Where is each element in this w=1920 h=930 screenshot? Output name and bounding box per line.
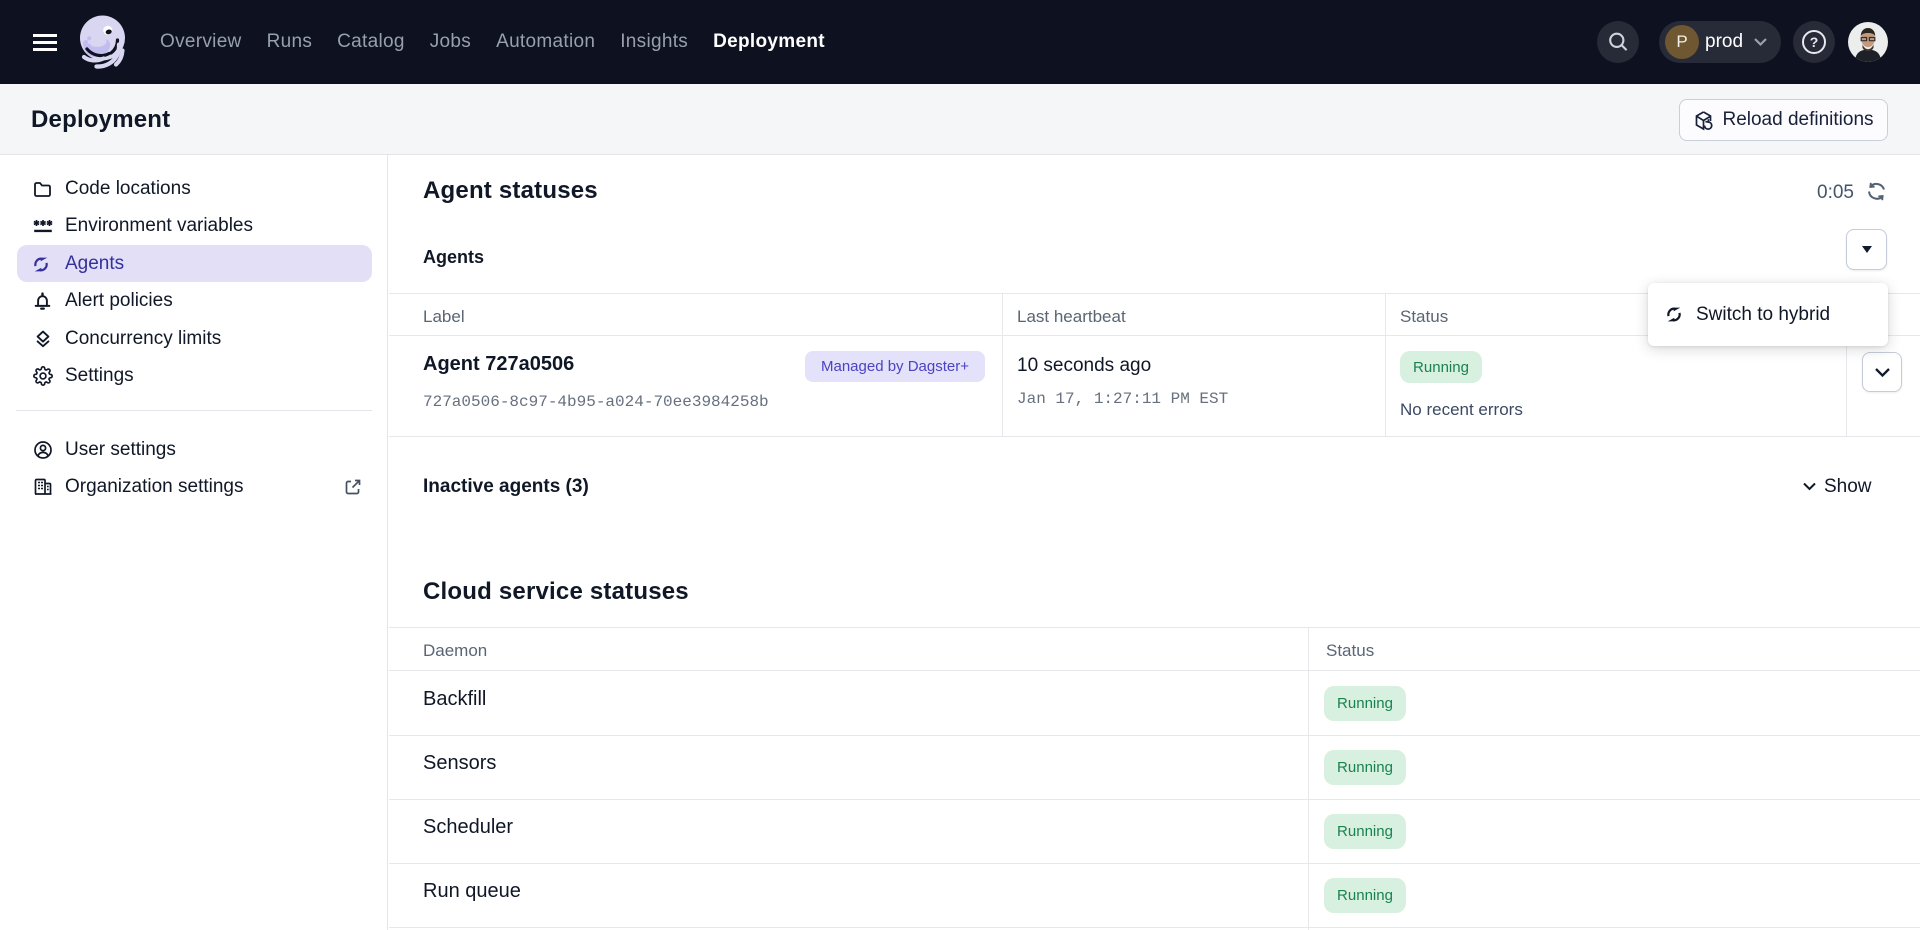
svg-text:?: ? (1810, 34, 1819, 50)
